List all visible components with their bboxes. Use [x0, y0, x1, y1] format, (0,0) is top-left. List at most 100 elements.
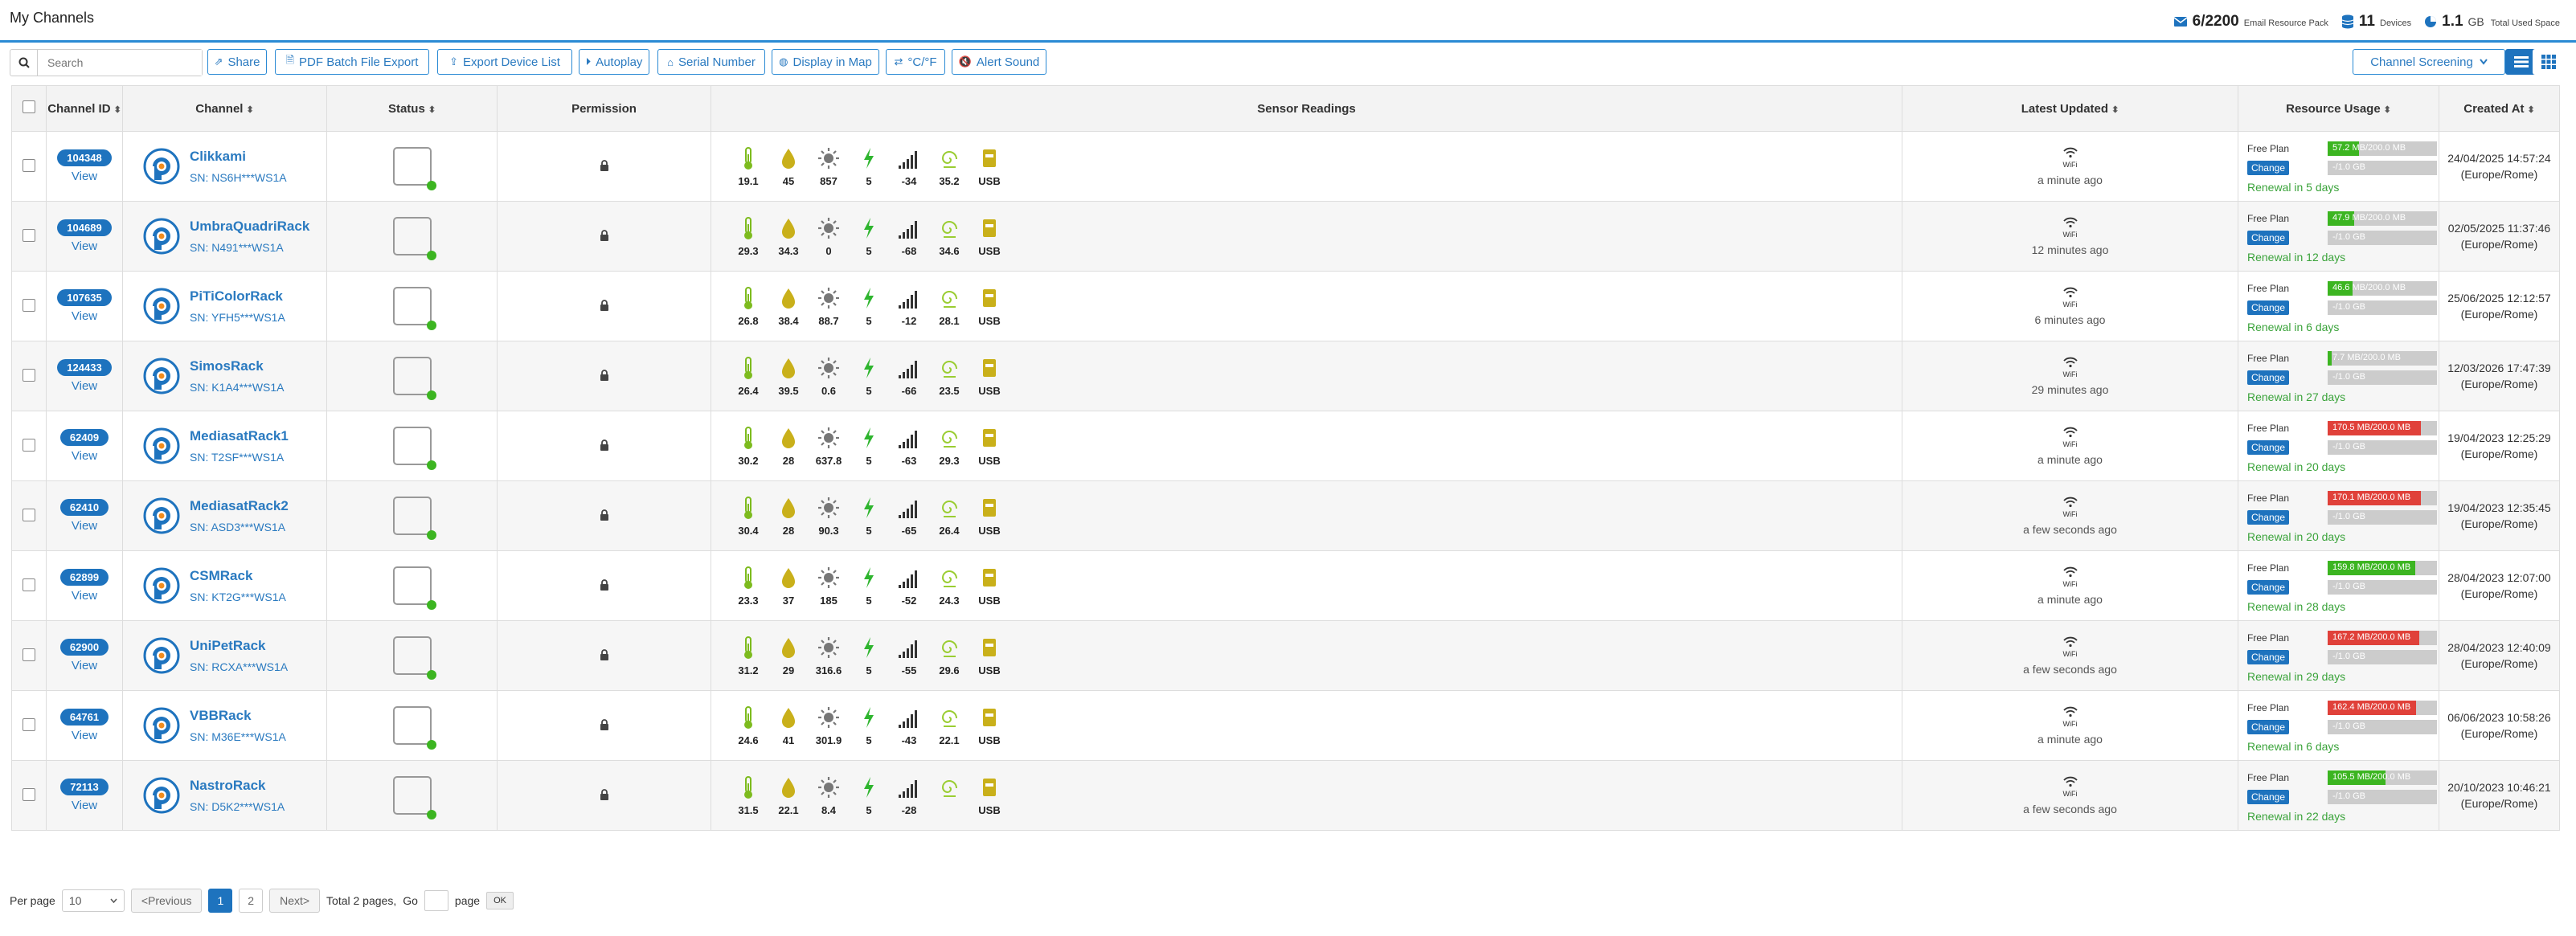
humidity-sensor[interactable]: 28	[768, 426, 809, 467]
power-sensor[interactable]: 5	[849, 496, 889, 537]
channel-name[interactable]: SimosRack	[190, 358, 285, 374]
change-plan-button[interactable]: Change	[2247, 161, 2289, 175]
serial-number-button[interactable]: ⌂ Serial Number	[657, 49, 765, 75]
light-sensor[interactable]: 90.3	[809, 496, 849, 537]
usb-sensor[interactable]: USB	[969, 705, 1010, 746]
grid-view-button[interactable]	[2533, 49, 2565, 75]
light-sensor[interactable]: 185	[809, 566, 849, 607]
view-link[interactable]: View	[47, 309, 121, 323]
usb-sensor[interactable]: USB	[969, 146, 1010, 187]
usb-sensor[interactable]: USB	[969, 496, 1010, 537]
temperature-sensor[interactable]: 24.6	[728, 705, 768, 746]
probe-sensor[interactable]: 24.3	[929, 566, 969, 607]
light-sensor[interactable]: 637.8	[809, 426, 849, 467]
col-status[interactable]: Status ⬍	[326, 85, 498, 132]
view-link[interactable]: View	[47, 379, 121, 393]
temperature-sensor[interactable]: 26.4	[728, 356, 768, 397]
signal-sensor[interactable]: -55	[889, 636, 929, 676]
change-plan-button[interactable]: Change	[2247, 720, 2289, 734]
humidity-sensor[interactable]: 29	[768, 636, 809, 676]
view-link[interactable]: View	[47, 729, 121, 742]
unit-toggle-button[interactable]: ⇄ °C/°F	[886, 49, 945, 75]
temperature-sensor[interactable]: 31.2	[728, 636, 768, 676]
temperature-sensor[interactable]: 31.5	[728, 775, 768, 816]
power-sensor[interactable]: 5	[849, 566, 889, 607]
channel-name[interactable]: UmbraQuadriRack	[190, 219, 309, 235]
power-sensor[interactable]: 5	[849, 146, 889, 187]
humidity-sensor[interactable]: 39.5	[768, 356, 809, 397]
light-sensor[interactable]: 88.7	[809, 286, 849, 327]
channel-screening-dropdown[interactable]: Channel Screening	[2353, 49, 2505, 75]
temperature-sensor[interactable]: 30.4	[728, 496, 768, 537]
signal-sensor[interactable]: -43	[889, 705, 929, 746]
col-channel[interactable]: Channel ⬍	[122, 85, 327, 132]
change-plan-button[interactable]: Change	[2247, 650, 2289, 664]
row-checkbox[interactable]	[23, 508, 35, 521]
usb-sensor[interactable]: USB	[969, 566, 1010, 607]
row-checkbox[interactable]	[23, 438, 35, 452]
channel-name[interactable]: UniPetRack	[190, 638, 288, 654]
humidity-sensor[interactable]: 22.1	[768, 775, 809, 816]
light-sensor[interactable]: 316.6	[809, 636, 849, 676]
power-sensor[interactable]: 5	[849, 216, 889, 257]
usb-sensor[interactable]: USB	[969, 356, 1010, 397]
alert-sound-button[interactable]: 🔇 Alert Sound	[952, 49, 1046, 75]
signal-sensor[interactable]: -68	[889, 216, 929, 257]
usb-sensor[interactable]: USB	[969, 636, 1010, 676]
go-ok-button[interactable]: OK	[486, 892, 514, 909]
channel-name[interactable]: VBBRack	[190, 708, 286, 724]
previous-page-button[interactable]: <Previous	[130, 889, 203, 913]
change-plan-button[interactable]: Change	[2247, 440, 2289, 455]
humidity-sensor[interactable]: 34.3	[768, 216, 809, 257]
view-link[interactable]: View	[47, 449, 121, 463]
export-device-list-button[interactable]: ⇪ Export Device List	[437, 49, 572, 75]
light-sensor[interactable]: 301.9	[809, 705, 849, 746]
signal-sensor[interactable]: -34	[889, 146, 929, 187]
channel-name[interactable]: MediasatRack2	[190, 498, 289, 514]
signal-sensor[interactable]: -52	[889, 566, 929, 607]
humidity-sensor[interactable]: 38.4	[768, 286, 809, 327]
change-plan-button[interactable]: Change	[2247, 370, 2289, 385]
light-sensor[interactable]: 0.6	[809, 356, 849, 397]
signal-sensor[interactable]: -12	[889, 286, 929, 327]
col-created-at[interactable]: Created At ⬍	[2439, 85, 2560, 132]
signal-sensor[interactable]: -65	[889, 496, 929, 537]
usb-sensor[interactable]: USB	[969, 216, 1010, 257]
signal-sensor[interactable]: -63	[889, 426, 929, 467]
light-sensor[interactable]: 857	[809, 146, 849, 187]
go-to-page-input[interactable]	[424, 890, 448, 911]
col-latest-updated[interactable]: Latest Updated ⬍	[1902, 85, 2238, 132]
row-checkbox[interactable]	[23, 578, 35, 591]
page-1-button[interactable]: 1	[208, 889, 233, 913]
channel-name[interactable]: PiTiColorRack	[190, 288, 285, 305]
humidity-sensor[interactable]: 28	[768, 496, 809, 537]
row-checkbox[interactable]	[23, 787, 35, 801]
channel-name[interactable]: MediasatRack1	[190, 428, 289, 444]
power-sensor[interactable]: 5	[849, 286, 889, 327]
light-sensor[interactable]: 0	[809, 216, 849, 257]
row-checkbox[interactable]	[23, 298, 35, 312]
channel-name[interactable]: Clikkami	[190, 149, 287, 165]
probe-sensor[interactable]: 34.6	[929, 216, 969, 257]
view-link[interactable]: View	[47, 239, 121, 253]
probe-sensor[interactable]: 29.3	[929, 426, 969, 467]
usb-sensor[interactable]: USB	[969, 775, 1010, 816]
autoplay-button[interactable]: ⏵ Autoplay	[579, 49, 649, 75]
probe-sensor[interactable]	[929, 775, 969, 816]
select-all-checkbox[interactable]	[23, 100, 35, 113]
col-resource-usage[interactable]: Resource Usage ⬍	[2238, 85, 2439, 132]
power-sensor[interactable]: 5	[849, 775, 889, 816]
temperature-sensor[interactable]: 26.8	[728, 286, 768, 327]
view-link[interactable]: View	[47, 799, 121, 812]
humidity-sensor[interactable]: 41	[768, 705, 809, 746]
probe-sensor[interactable]: 35.2	[929, 146, 969, 187]
temperature-sensor[interactable]: 23.3	[728, 566, 768, 607]
view-link[interactable]: View	[47, 170, 121, 183]
probe-sensor[interactable]: 22.1	[929, 705, 969, 746]
search-input[interactable]	[38, 50, 202, 76]
usb-sensor[interactable]: USB	[969, 426, 1010, 467]
usb-sensor[interactable]: USB	[969, 286, 1010, 327]
humidity-sensor[interactable]: 37	[768, 566, 809, 607]
temperature-sensor[interactable]: 19.1	[728, 146, 768, 187]
view-link[interactable]: View	[47, 589, 121, 603]
